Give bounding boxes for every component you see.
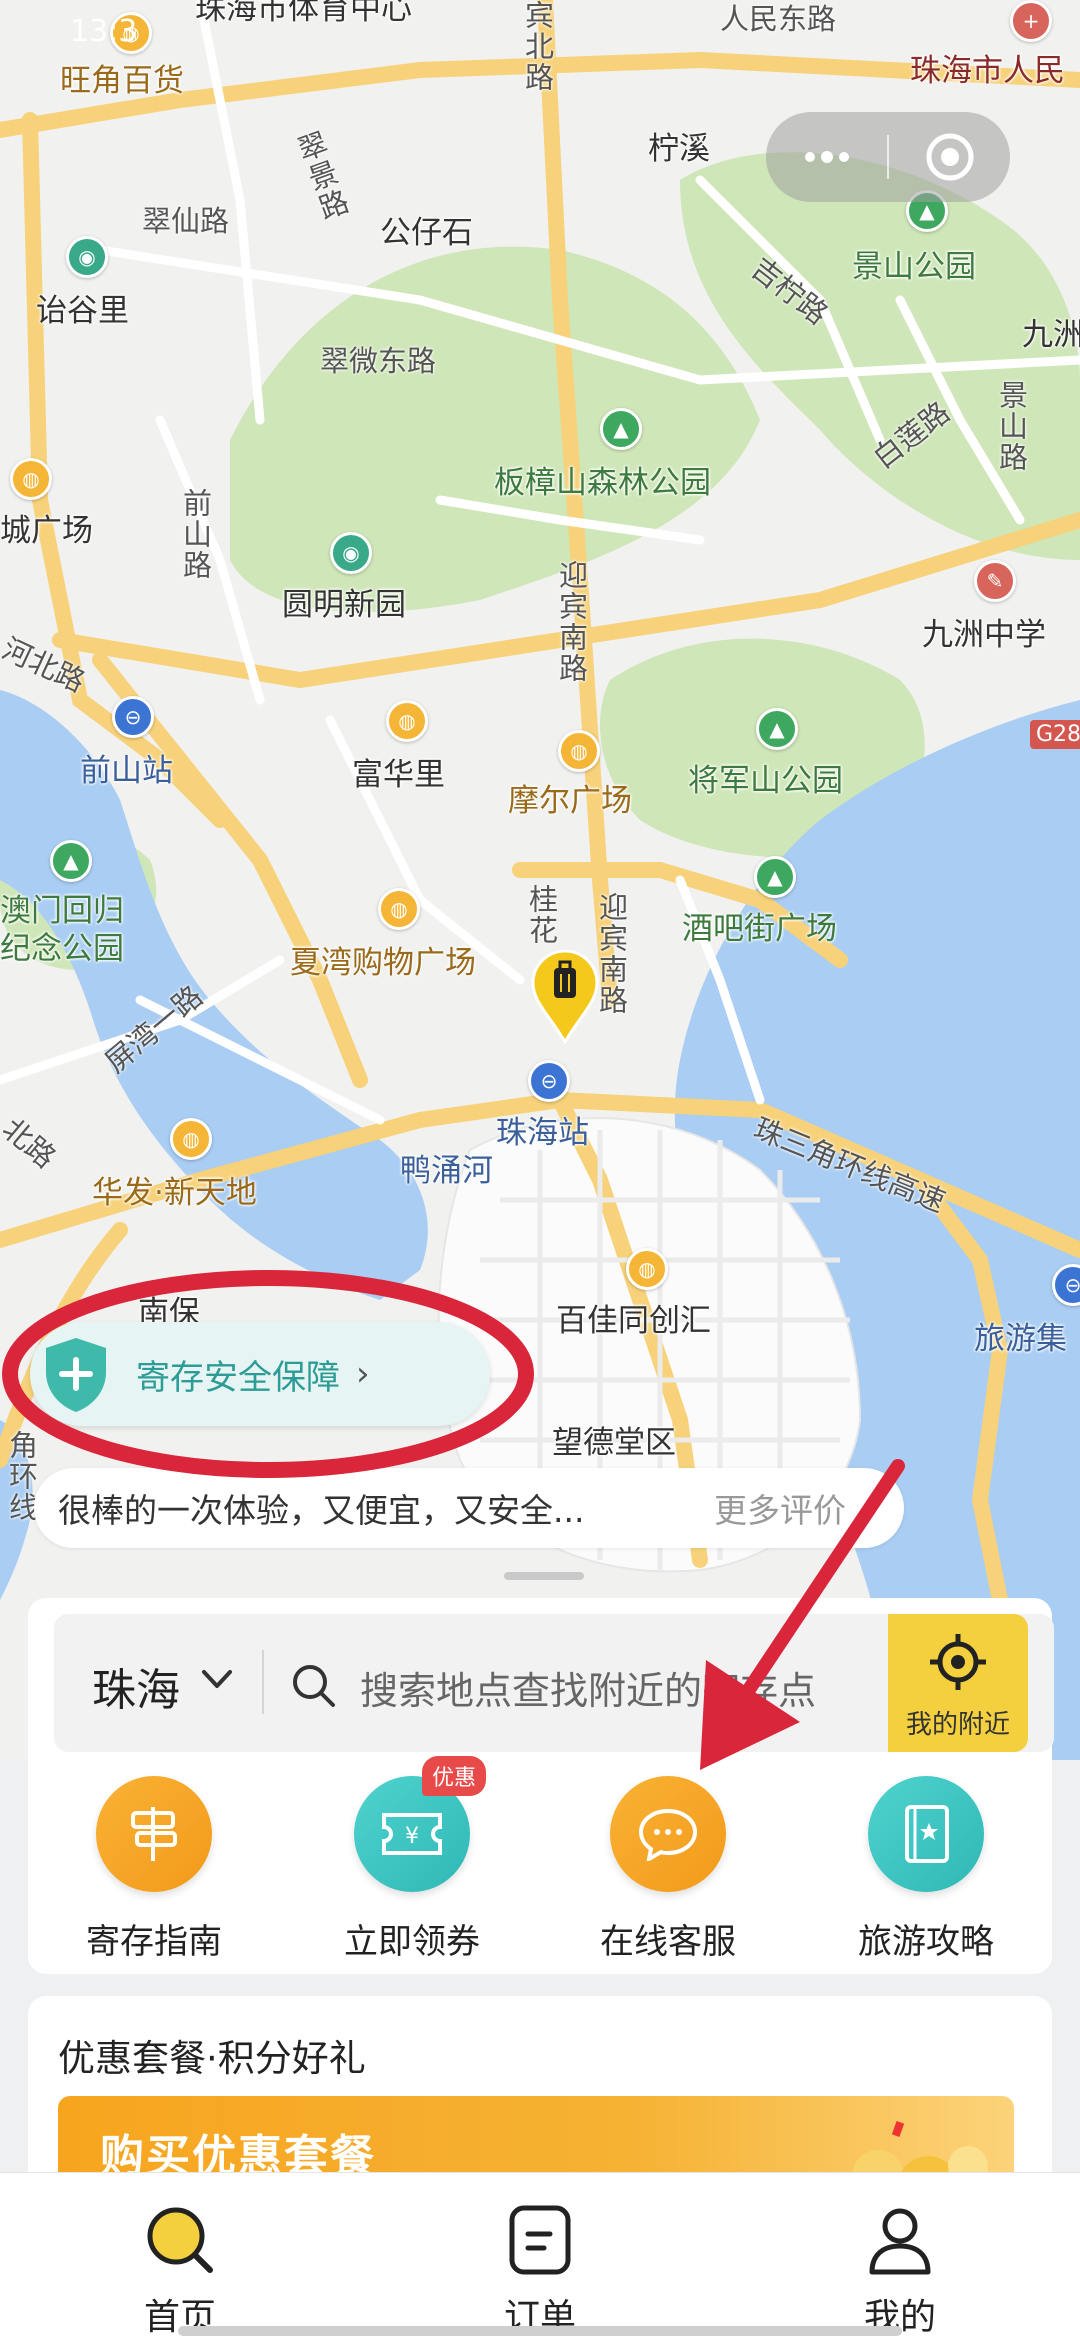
target-circle-icon [926,133,973,181]
home-search-icon [147,2207,213,2273]
map-poi-label: 珠海市人民 [910,53,1065,89]
railway-station-pin-icon[interactable]: ⊖ [528,1060,570,1102]
map-poi-label: 城广场 [0,513,93,549]
map-road-label: 前山路 [178,488,213,581]
map-road-label: 翠仙路 [142,204,230,238]
map-poi-label: 酒吧街广场 [682,911,837,947]
map-poi-label: 圆明新园 [282,587,406,623]
scenic-pin-icon[interactable]: ◉ [66,236,108,278]
review-ticker[interactable]: 很棒的一次体验，又便宜，又安全... 更多评价 [34,1468,904,1548]
map-poi-label: 澳门回归 [0,893,124,929]
quick-action-get-coupon[interactable]: ¥ 优惠 立即领券 [302,1756,522,1963]
quick-action-label: 在线客服 [600,1922,736,1962]
park-pin-icon[interactable]: ▲ [600,408,642,450]
luggage-location-marker-icon[interactable] [530,950,600,1044]
chevron-right-icon: › [356,1354,370,1394]
orders-icon [509,2205,571,2275]
quick-action-label: 寄存指南 [86,1922,222,1962]
map-road-label: 迎宾南路 [554,560,589,684]
close-miniprogram-button[interactable] [889,112,1010,202]
nearby-label: 我的附近 [905,1710,1010,1740]
map-poi-label: 诒谷里 [36,293,129,329]
map-poi-label: 景山公园 [852,249,976,285]
map-poi-label: 九洲中学 [922,617,1046,653]
discount-badge: 优惠 [422,1756,487,1796]
map-poi-label: 旺角百货 [60,63,184,99]
map-road-label: 人民东路 [720,2,837,36]
map-poi-label: 纪念公园 [0,931,124,967]
tab-profile[interactable]: 我的 [800,2200,1000,2340]
park-pin-icon[interactable]: ▲ [756,708,798,750]
school-pin-icon[interactable]: ✎ [974,560,1016,602]
quick-action-online-service[interactable]: 在线客服 [558,1776,778,1963]
quick-action-label: 旅游攻略 [858,1922,994,1962]
map-road-label: 桂花 [524,884,559,946]
mall-pin-icon[interactable]: ◍ [10,458,52,500]
map-poi-label: 百佳同创汇 [556,1303,711,1339]
map-road-label: 角环线 [4,1430,39,1523]
map-poi-label: 公仔石 [380,215,473,251]
map-road-label: 宾北路 [520,0,555,93]
map-poi-label: 鸭涌河 [400,1153,493,1189]
chevron-down-icon[interactable] [200,1658,234,1698]
quick-action-label: 立即领券 [344,1922,480,1962]
more-button[interactable] [766,112,887,202]
map-road-label: 景山路 [994,380,1029,473]
safety-guarantee-banner[interactable]: 寄存安全保障 › [30,1322,490,1426]
mall-pin-icon[interactable]: ◍ [558,730,600,772]
mall-pin-icon[interactable]: ◍ [378,888,420,930]
quick-action-storage-guide[interactable]: 寄存指南 [44,1776,264,1963]
promo-section-title: 优惠套餐·积分好礼 [58,2037,366,2080]
map-poi-label: 旅游集 [974,1321,1067,1357]
map-road-label: 翠微东路 [320,344,437,378]
map-poi-label: 夏湾购物广场 [290,945,476,981]
mall-pin-icon[interactable]: ◍ [386,700,428,742]
map-poi-label: 柠溪 [648,131,710,167]
chat-bubble-icon [638,1808,698,1861]
map-poi-label: 富华里 [352,757,445,793]
locate-crosshair-icon [930,1634,986,1690]
highway-shield-badge: G28 [1030,720,1080,749]
map-poi-label: 前山站 [80,753,173,789]
park-pin-icon[interactable]: ▲ [50,840,92,882]
hospital-pin-icon[interactable]: + [1010,0,1052,42]
map-road-label: 迎宾南路 [594,892,629,1016]
railway-station-pin-icon[interactable]: ⊖ [112,696,154,738]
tab-orders[interactable]: 订单 [440,2200,640,2340]
svg-text:¥: ¥ [405,1824,419,1849]
map-poi-label: 摩尔广场 [508,783,632,819]
map-poi-label: 珠海站 [496,1115,589,1151]
map-poi-label: 将军山公园 [688,763,843,799]
status-bar-time: 13:3 [70,14,138,49]
mall-pin-icon[interactable]: ◍ [170,1118,212,1160]
map-poi-label: 望德堂区 [552,1425,676,1461]
sheet-drag-handle[interactable] [504,1572,584,1580]
guide-book-icon [905,1805,949,1863]
map-poi-label: 华发·新天地 [92,1175,257,1211]
coupon-icon: ¥ [382,1813,442,1855]
search-icon [293,1665,335,1707]
tab-home[interactable]: 首页 [80,2200,280,2340]
scenic-pin-icon[interactable]: ◉ [330,532,372,574]
miniprogram-capsule [766,112,1010,202]
map-poi-label: 板樟山森林公园 [494,465,711,501]
safety-guarantee-label: 寄存安全保障 [136,1357,340,1398]
search-divider [262,1650,264,1714]
signpost-icon [131,1807,177,1861]
map-poi-label: 珠海市体育中心 [195,0,412,27]
more-dots-icon [804,151,849,163]
city-selector[interactable]: 珠海 [92,1654,180,1718]
profile-icon [869,2208,931,2275]
quick-action-travel-guide[interactable]: 旅游攻略 [816,1776,1036,1963]
search-input[interactable]: 搜索地点查找附近的寄存点 [360,1660,830,1715]
mall-pin-icon[interactable]: ◍ [626,1248,668,1290]
more-reviews-link[interactable]: 更多评价 [714,1484,846,1532]
home-indicator [178,2326,902,2336]
park-pin-icon[interactable]: ▲ [754,856,796,898]
shield-plus-icon [46,1338,106,1412]
map-poi-label: 九洲 [1022,317,1080,353]
review-text: 很棒的一次体验，又便宜，又安全... [58,1491,585,1530]
